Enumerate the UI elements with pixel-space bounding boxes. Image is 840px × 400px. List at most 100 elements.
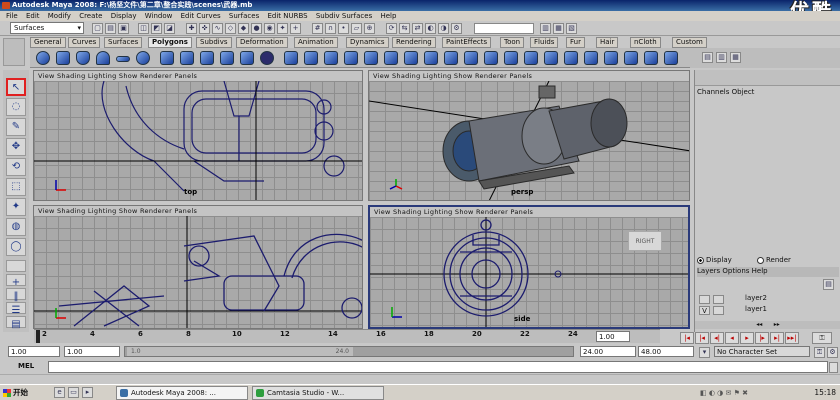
- channel-box-toggle-icon[interactable]: ▤: [702, 52, 713, 63]
- shelf-tab-general[interactable]: General: [30, 37, 66, 48]
- poly-torus-icon[interactable]: [136, 51, 150, 65]
- quick-select-field[interactable]: [474, 23, 534, 34]
- poly-plane-icon[interactable]: [116, 56, 130, 62]
- separate-icon[interactable]: [180, 51, 194, 65]
- fill-hole-icon[interactable]: [344, 51, 358, 65]
- start-time-field[interactable]: 1.00: [8, 346, 60, 357]
- menu-help[interactable]: Help: [380, 12, 396, 20]
- task-maya[interactable]: Autodesk Maya 2008: ...: [116, 386, 248, 400]
- bridge-icon[interactable]: [304, 51, 318, 65]
- menu-file[interactable]: File: [6, 12, 18, 20]
- character-set-field[interactable]: No Character Set: [714, 346, 810, 357]
- system-tray-icons[interactable]: ◧ ◐ ◑ ✉ ⚑ ✖: [700, 387, 800, 399]
- viewport-canvas-front[interactable]: [34, 216, 362, 328]
- shelf-tab-animation[interactable]: Animation: [294, 37, 338, 48]
- reverse-normals-icon[interactable]: [504, 51, 518, 65]
- shelf-tab-fur[interactable]: Fur: [566, 37, 585, 48]
- snap-point-icon[interactable]: •: [338, 23, 349, 34]
- new-scene-icon[interactable]: ▢: [92, 23, 103, 34]
- layout-single-icon[interactable]: [6, 260, 26, 272]
- layer-visibility-toggle[interactable]: V: [699, 306, 710, 315]
- ipr-render-icon[interactable]: ◑: [438, 23, 449, 34]
- time-slider[interactable]: 2 4 6 8 10 12 14 16 18 20 22 24: [34, 329, 660, 343]
- mask-locator-icon[interactable]: +: [290, 23, 301, 34]
- shelf-tab-surfaces[interactable]: Surfaces: [104, 37, 143, 48]
- select-tool-icon[interactable]: ↖: [6, 78, 26, 96]
- step-back-key-icon[interactable]: |◂: [695, 332, 709, 344]
- go-to-end-icon[interactable]: ▸▸|: [785, 332, 799, 344]
- snap-plane-icon[interactable]: ▱: [351, 23, 362, 34]
- channel-box-menu[interactable]: Channels Object: [697, 88, 754, 96]
- mask-deform-icon[interactable]: ◆: [238, 23, 249, 34]
- soften-edge-icon[interactable]: [524, 51, 538, 65]
- viewport-canvas-top[interactable]: top: [34, 81, 362, 200]
- quicklaunch-ie-icon[interactable]: e: [54, 387, 65, 398]
- shelf-tab-subdivs[interactable]: Subdivs: [196, 37, 232, 48]
- play-backwards-icon[interactable]: ◂: [725, 332, 739, 344]
- split-polygon-icon[interactable]: [364, 51, 378, 65]
- render-globals-icon[interactable]: ⚙: [451, 23, 462, 34]
- poly-cube-icon[interactable]: [56, 51, 70, 65]
- current-frame-field[interactable]: 1.00: [596, 331, 630, 342]
- shelf-menu-icon[interactable]: [3, 38, 25, 66]
- rotate-tool-icon[interactable]: ⟲: [6, 158, 26, 176]
- mask-curves-icon[interactable]: ∿: [212, 23, 223, 34]
- script-editor-icon[interactable]: [829, 362, 838, 373]
- smooth-icon[interactable]: [260, 51, 274, 65]
- auto-key-icon[interactable]: ⚿: [814, 347, 825, 358]
- end-time-field[interactable]: 48.00: [638, 346, 694, 357]
- layer-scrollbar[interactable]: ◂◂ ▸▸: [695, 321, 840, 329]
- shelf-tab-custom[interactable]: Custom: [672, 37, 707, 48]
- mask-render-icon[interactable]: ◉: [264, 23, 275, 34]
- step-back-frame-icon[interactable]: ◂|: [710, 332, 724, 344]
- menu-create[interactable]: Create: [79, 12, 102, 20]
- shelf-tab-dynamics[interactable]: Dynamics: [346, 37, 389, 48]
- menu-window[interactable]: Window: [145, 12, 173, 20]
- layout-four-icon[interactable]: +: [6, 274, 26, 288]
- merge-vertices-icon[interactable]: [464, 51, 478, 65]
- layer-visibility-toggle[interactable]: [699, 295, 710, 304]
- shelf-tab-deformation[interactable]: Deformation: [236, 37, 288, 48]
- menu-display[interactable]: Display: [111, 12, 137, 20]
- menu-edit-curves[interactable]: Edit Curves: [181, 12, 221, 20]
- combine-icon[interactable]: [160, 51, 174, 65]
- view-cube-label[interactable]: RIGHT: [628, 231, 662, 251]
- snap-grid-icon[interactable]: #: [312, 23, 323, 34]
- mask-misc-icon[interactable]: ✦: [277, 23, 288, 34]
- harden-edge-icon[interactable]: [544, 51, 558, 65]
- show-hide-tool-settings-icon[interactable]: ▦: [553, 23, 564, 34]
- viewport-persp[interactable]: View Shading Lighting Show Renderer Pane…: [368, 70, 690, 201]
- step-forward-key-icon[interactable]: ▸|: [770, 332, 784, 344]
- menu-set-dropdown[interactable]: Surfaces: [10, 22, 84, 34]
- select-component-icon[interactable]: ◪: [164, 23, 175, 34]
- save-scene-icon[interactable]: ▣: [118, 23, 129, 34]
- layer-editor-toggle-icon[interactable]: ▥: [716, 52, 727, 63]
- shelf-tab-painteffects[interactable]: PaintEffects: [442, 37, 492, 48]
- open-scene-icon[interactable]: ▤: [105, 23, 116, 34]
- shelf-tab-fluids[interactable]: Fluids: [530, 37, 559, 48]
- viewport-canvas-persp[interactable]: persp: [369, 81, 689, 200]
- viewport-side[interactable]: View Shading Lighting Show Renderer Pane…: [368, 205, 690, 329]
- append-polygon-icon[interactable]: [324, 51, 338, 65]
- show-hide-attr-icon[interactable]: ▥: [540, 23, 551, 34]
- viewport-canvas-side[interactable]: RIGHT side: [370, 217, 688, 327]
- mask-surfaces-icon[interactable]: ◇: [225, 23, 236, 34]
- task-camtasia[interactable]: Camtasia Studio - W...: [252, 386, 384, 400]
- poly-sphere-icon[interactable]: [36, 51, 50, 65]
- character-set-menu-icon[interactable]: ▾: [699, 347, 710, 358]
- cylindrical-mapping-icon[interactable]: [584, 51, 598, 65]
- snap-curve-icon[interactable]: ∩: [325, 23, 336, 34]
- layer-type-toggle[interactable]: [713, 306, 724, 315]
- history-icon[interactable]: ⟳: [386, 23, 397, 34]
- shelf-tab-toon[interactable]: Toon: [500, 37, 525, 48]
- range-slider[interactable]: 1.0 24.0: [124, 346, 574, 357]
- layer-name[interactable]: layer1: [745, 305, 767, 313]
- menu-subdiv-surfaces[interactable]: Subdiv Surfaces: [316, 12, 372, 20]
- spherical-mapping-icon[interactable]: [604, 51, 618, 65]
- extrude-icon[interactable]: [284, 51, 298, 65]
- select-hierarchy-icon[interactable]: ◫: [138, 23, 149, 34]
- shelf-tab-rendering[interactable]: Rendering: [392, 37, 436, 48]
- layer-name[interactable]: layer2: [745, 294, 767, 302]
- insert-edge-loop-icon[interactable]: [384, 51, 398, 65]
- menu-surfaces[interactable]: Surfaces: [229, 12, 259, 20]
